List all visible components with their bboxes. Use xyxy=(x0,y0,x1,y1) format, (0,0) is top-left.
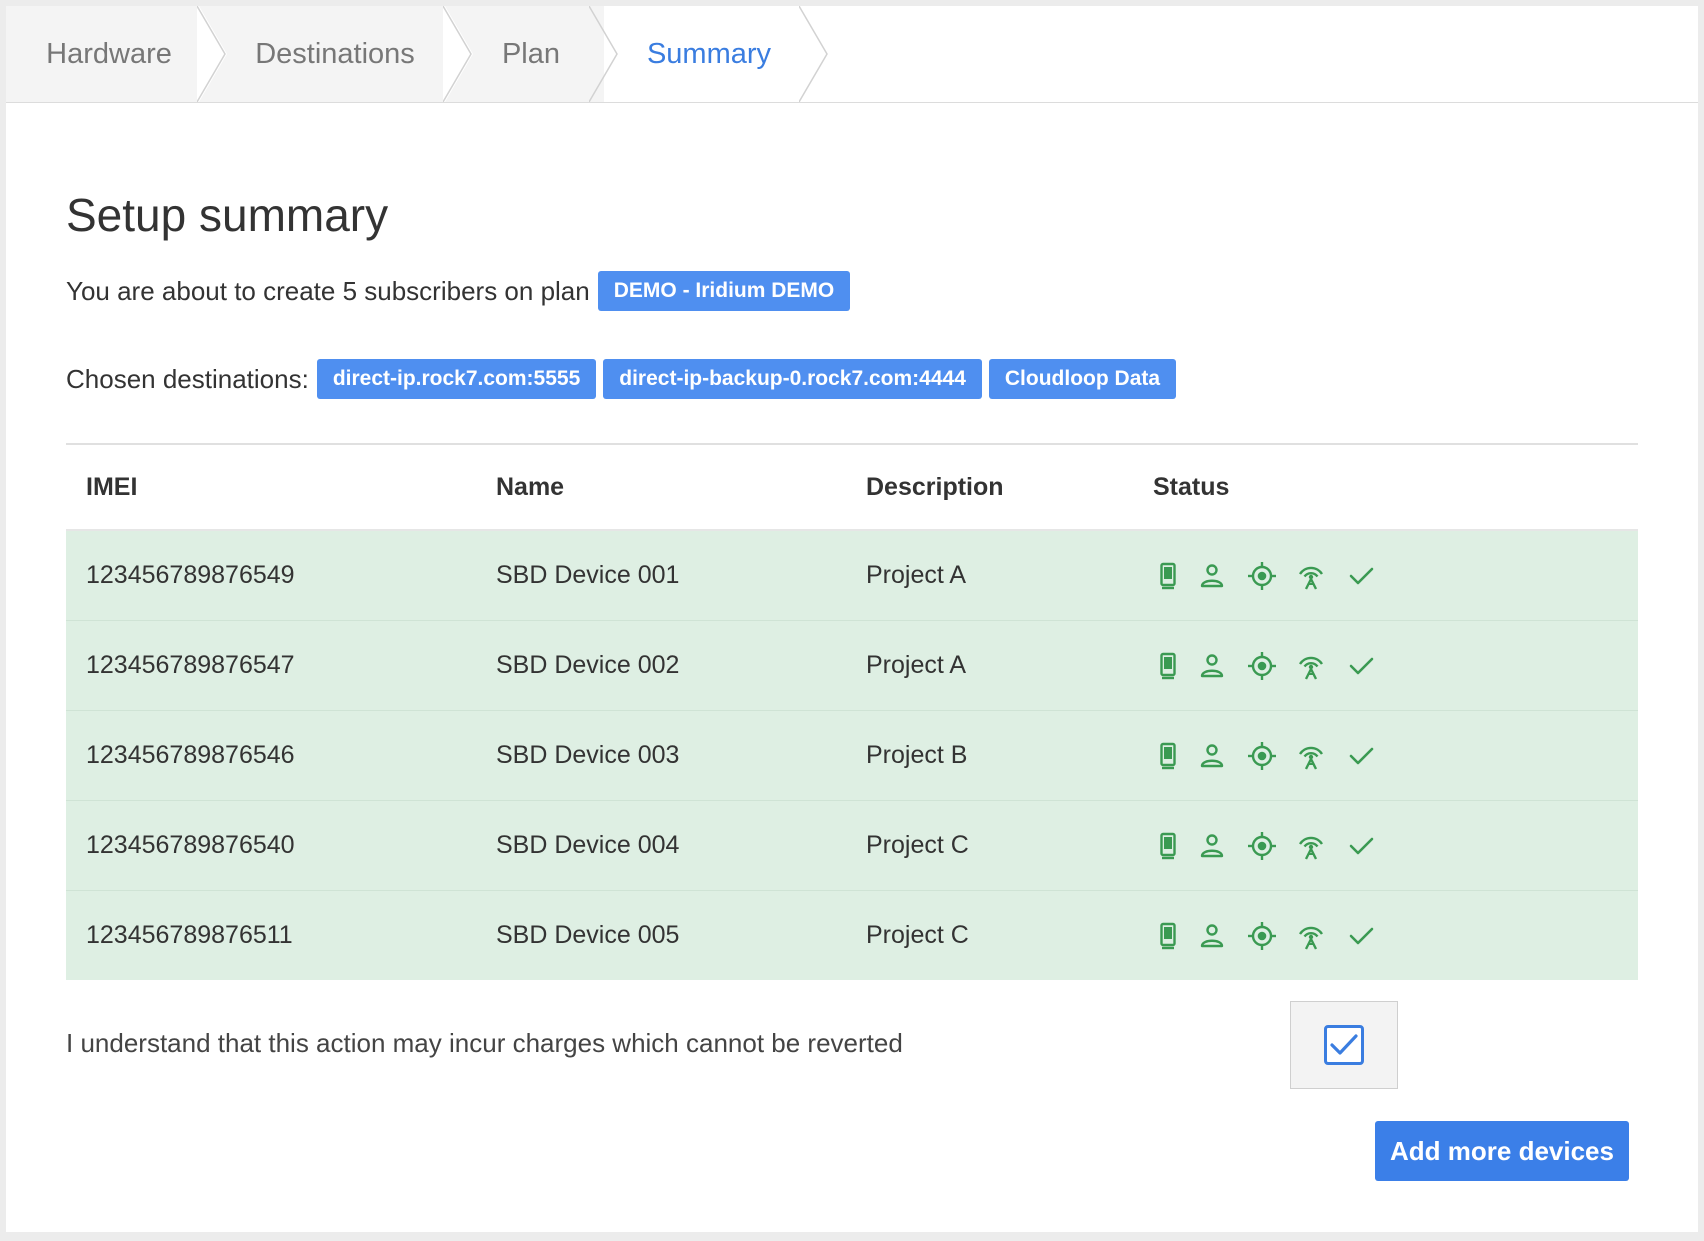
check-icon xyxy=(1330,1034,1358,1055)
cell-status xyxy=(1153,741,1638,771)
column-header-status: Status xyxy=(1153,472,1230,501)
devices-table: IMEI Name Description Status 12345678987… xyxy=(66,443,1638,980)
antenna-icon xyxy=(1296,561,1326,591)
table-row: 123456789876540 SBD Device 004 Project C xyxy=(66,801,1638,891)
destinations-label: Chosen destinations: xyxy=(66,363,309,394)
agreement-text: I understand that this action may incur … xyxy=(66,1028,903,1058)
check-icon xyxy=(1346,831,1376,861)
table-row: 123456789876546 SBD Device 003 Project B xyxy=(66,711,1638,801)
wizard-steps: Hardware Destinations Plan Summary xyxy=(6,6,1698,103)
target-icon xyxy=(1247,651,1277,681)
step-separator-icon xyxy=(443,6,473,102)
check-icon xyxy=(1346,741,1376,771)
cell-imei: 123456789876540 xyxy=(86,831,295,859)
plan-badge: DEMO - Iridium DEMO xyxy=(597,271,851,311)
table-row: 123456789876511 SBD Device 005 Project C xyxy=(66,891,1638,980)
device-icon xyxy=(1153,831,1183,861)
table-body: 123456789876549 SBD Device 001 Project A 12… xyxy=(66,531,1638,980)
add-more-devices-button[interactable]: Add more devices xyxy=(1375,1121,1629,1181)
cell-description: Project A xyxy=(866,561,967,589)
check-icon xyxy=(1346,651,1376,681)
step-label: Destinations xyxy=(255,37,415,70)
destination-badge: direct-ip.rock7.com:5555 xyxy=(316,359,597,399)
cell-name: SBD Device 001 xyxy=(496,561,680,589)
antenna-icon xyxy=(1296,831,1326,861)
cell-status xyxy=(1153,921,1638,951)
destination-badge: direct-ip-backup-0.rock7.com:4444 xyxy=(603,359,982,399)
cell-name: SBD Device 003 xyxy=(496,741,680,769)
target-icon xyxy=(1247,921,1277,951)
cell-imei: 123456789876546 xyxy=(86,741,295,769)
cell-description: Project C xyxy=(866,831,969,859)
table-header: IMEI Name Description Status xyxy=(66,445,1638,531)
antenna-icon xyxy=(1296,651,1326,681)
step-label: Hardware xyxy=(46,37,172,70)
plan-line: You are about to create 5 subscribers on… xyxy=(66,271,851,311)
person-icon xyxy=(1197,561,1227,591)
cell-description: Project C xyxy=(866,921,969,949)
step-label: Plan xyxy=(501,37,561,70)
antenna-icon xyxy=(1296,741,1326,771)
destinations-line: Chosen destinations: direct-ip.rock7.com… xyxy=(66,359,1177,399)
cell-description: Project A xyxy=(866,651,967,679)
table-row: 123456789876549 SBD Device 001 Project A xyxy=(66,531,1638,621)
cell-imei: 123456789876547 xyxy=(86,651,295,679)
table-row: 123456789876547 SBD Device 002 Project A xyxy=(66,621,1638,711)
cell-name: SBD Device 005 xyxy=(496,921,680,949)
target-icon xyxy=(1247,831,1277,861)
step-separator-icon xyxy=(799,6,828,102)
person-icon xyxy=(1197,831,1227,861)
subscribers-text: You are about to create 5 subscribers on… xyxy=(66,275,590,306)
step-summary[interactable]: Summary xyxy=(604,6,814,102)
check-icon xyxy=(1346,921,1376,951)
cell-imei: 123456789876549 xyxy=(86,561,295,589)
agreement-checkbox[interactable] xyxy=(1324,1025,1364,1065)
device-icon xyxy=(1153,561,1183,591)
person-icon xyxy=(1197,921,1227,951)
target-icon xyxy=(1247,561,1277,591)
page-title: Setup summary xyxy=(66,189,389,241)
wizard-frame: Hardware Destinations Plan Summary Setup… xyxy=(6,6,1698,1232)
person-icon xyxy=(1197,741,1227,771)
device-icon xyxy=(1153,921,1183,951)
cell-imei: 123456789876511 xyxy=(86,921,293,949)
target-icon xyxy=(1247,741,1277,771)
cell-status xyxy=(1153,831,1638,861)
cell-name: SBD Device 002 xyxy=(496,651,680,679)
device-icon xyxy=(1153,651,1183,681)
cell-status xyxy=(1153,561,1638,591)
antenna-icon xyxy=(1296,921,1326,951)
step-destinations[interactable]: Destinations xyxy=(212,6,458,102)
step-separator-icon xyxy=(589,6,618,102)
person-icon xyxy=(1197,651,1227,681)
step-label: Summary xyxy=(646,37,772,70)
agreement-checkbox-container xyxy=(1290,1001,1398,1089)
step-separator-icon xyxy=(197,6,227,102)
step-hardware[interactable]: Hardware xyxy=(6,6,212,102)
column-header-description: Description xyxy=(866,472,1004,501)
cell-name: SBD Device 004 xyxy=(496,831,680,859)
column-header-name: Name xyxy=(496,472,565,501)
destination-badge: Cloudloop Data xyxy=(988,359,1177,399)
check-icon xyxy=(1346,561,1376,591)
step-plan[interactable]: Plan xyxy=(458,6,604,102)
cell-description: Project B xyxy=(866,741,968,769)
column-header-imei: IMEI xyxy=(86,472,138,501)
cell-status xyxy=(1153,651,1638,681)
device-icon xyxy=(1153,741,1183,771)
